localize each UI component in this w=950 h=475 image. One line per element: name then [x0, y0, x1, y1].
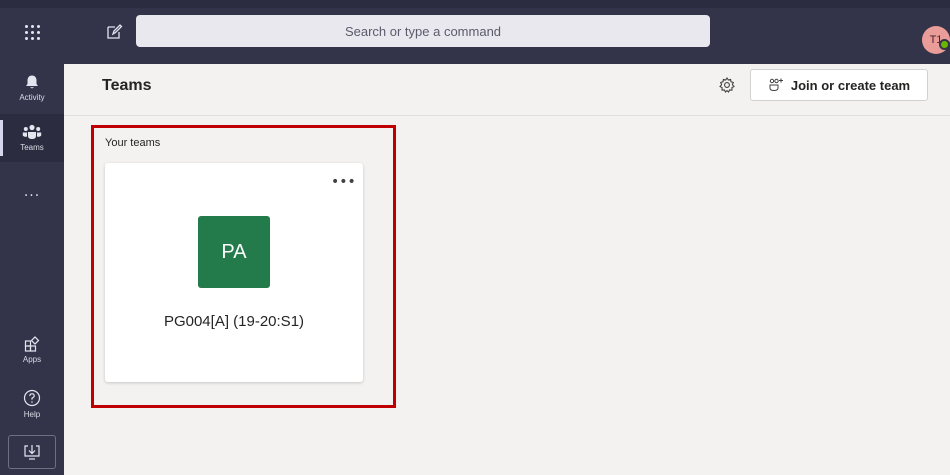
rail-item-label: Help: [23, 410, 41, 419]
join-or-create-team-button[interactable]: Join or create team: [750, 69, 928, 101]
more-icon: ...: [23, 184, 41, 200]
app-launcher-button[interactable]: [0, 0, 64, 64]
rail-item-apps[interactable]: Apps: [0, 326, 64, 374]
team-card[interactable]: ••• PA PG004[A] (19-20:S1): [105, 163, 363, 382]
download-app-button[interactable]: [8, 435, 56, 469]
gear-icon: [719, 76, 735, 93]
more-options-icon: •••: [331, 174, 356, 190]
teams-header: Teams Join or create team: [64, 64, 950, 116]
app-launcher-icon: [24, 24, 40, 40]
top-bar: Search or type a command T1: [0, 0, 950, 64]
new-chat-button[interactable]: [104, 22, 124, 42]
teams-icon: [22, 124, 42, 139]
join-or-create-team-label: Join or create team: [790, 77, 911, 93]
team-avatar: PA: [198, 216, 270, 288]
apps-icon: [24, 336, 40, 352]
rail-item-label: Apps: [22, 355, 42, 364]
bell-icon: [26, 75, 38, 89]
manage-teams-button[interactable]: [718, 76, 736, 94]
rail-item-label: Activity: [19, 93, 45, 102]
more-apps-button[interactable]: ...: [0, 184, 64, 200]
your-teams-heading: Your teams: [105, 137, 161, 149]
rail-item-activity[interactable]: Activity: [0, 64, 64, 112]
search-input[interactable]: Search or type a command: [136, 15, 710, 47]
download-icon: [24, 445, 40, 460]
rail-item-label: Teams: [20, 143, 44, 152]
compose-icon: [107, 24, 123, 39]
page-title: Teams: [102, 77, 152, 94]
presence-available-icon: [939, 39, 950, 50]
add-team-icon: [769, 78, 783, 92]
top-strip: [0, 0, 950, 8]
help-icon: [23, 389, 41, 407]
team-name: PG004[A] (19-20:S1): [163, 313, 305, 330]
rail-item-teams[interactable]: Teams: [0, 114, 64, 162]
team-more-options-button[interactable]: •••: [331, 175, 356, 189]
rail-item-help[interactable]: Help: [0, 380, 64, 428]
app-rail: Activity Teams ... Apps Help: [0, 64, 64, 475]
